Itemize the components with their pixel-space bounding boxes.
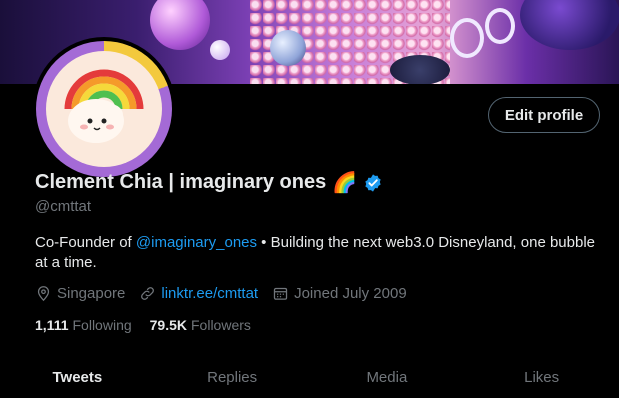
website[interactable]: linktr.ee/cmttat (139, 285, 258, 302)
calendar-icon (273, 287, 288, 300)
profile-name: Clement Chia | imaginary ones (35, 171, 327, 193)
tab-replies[interactable]: Replies (155, 356, 310, 398)
website-link[interactable]: linktr.ee/cmttat (161, 285, 258, 302)
profile-meta: Singapore linktr.ee/cmttat Joined July 2… (35, 285, 421, 302)
banner-ring (450, 18, 484, 58)
profile-bio: Co-Founder of @imaginary_ones • Building… (35, 233, 595, 273)
edit-profile-button[interactable]: Edit profile (488, 97, 600, 133)
tab-likes[interactable]: Likes (464, 356, 619, 398)
location-pin-icon (37, 286, 50, 302)
bio-text: Co-Founder of (35, 234, 136, 251)
banner-bead (390, 55, 450, 84)
location-text: Singapore (57, 285, 126, 302)
verified-badge-icon[interactable] (363, 173, 383, 193)
followers-label: Followers (191, 317, 251, 333)
profile-tabs: Tweets Replies Media Likes (0, 356, 619, 398)
bio-mention-link[interactable]: @imaginary_ones (136, 234, 257, 251)
rainbow-character-icon (64, 69, 144, 143)
avatar-image (46, 51, 162, 167)
join-date: Joined July 2009 (272, 285, 407, 302)
tab-media[interactable]: Media (310, 356, 465, 398)
banner-bead (150, 0, 210, 50)
link-icon (141, 287, 155, 300)
avatar-ring (36, 41, 172, 177)
tab-tweets[interactable]: Tweets (0, 356, 155, 398)
banner-bead (210, 40, 230, 60)
rainbow-emoji: 🌈 (332, 172, 358, 194)
location: Singapore (35, 285, 125, 302)
following-link[interactable]: 1,111 Following (35, 317, 132, 333)
banner-bead (520, 0, 619, 50)
profile-name-row: Clement Chia | imaginary ones 🌈 (35, 170, 383, 195)
banner-ring (485, 8, 515, 44)
followers-count: 79.5K (149, 317, 187, 333)
banner-bead (270, 30, 306, 66)
follow-stats: 1,111 Following 79.5K Followers (35, 317, 269, 333)
profile-handle: @cmttat (35, 198, 92, 215)
followers-link[interactable]: 79.5K Followers (150, 317, 251, 333)
following-count: 1,111 (35, 317, 69, 333)
avatar[interactable] (32, 37, 176, 181)
join-date-text: Joined July 2009 (294, 285, 407, 302)
following-label: Following (72, 317, 132, 333)
